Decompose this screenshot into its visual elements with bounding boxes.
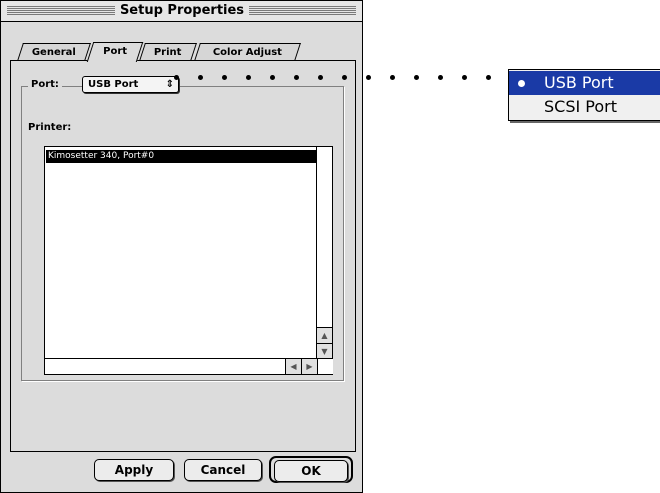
callout-dot	[438, 75, 443, 80]
callout-dot	[246, 75, 251, 80]
printer-list[interactable]: Kimosetter 340, Port#0 ▲ ▼ ◀ ▶	[44, 146, 333, 375]
callout-dot	[222, 75, 227, 80]
callout-dot	[294, 75, 299, 80]
port-label: Port:	[28, 78, 62, 92]
tab-print[interactable]: Print	[139, 43, 197, 61]
menu-item-usb-label: USB Port	[544, 73, 614, 92]
tab-color-adjust[interactable]: Color Adjust	[194, 43, 301, 61]
callout-dot	[342, 75, 347, 80]
port-popup-menu[interactable]: USB Port ⇕	[82, 76, 179, 93]
callout-dot	[270, 75, 275, 80]
list-item[interactable]: Kimosetter 340, Port#0	[46, 150, 318, 163]
tab-color-adjust-label: Color Adjust	[212, 47, 282, 58]
cancel-button[interactable]: Cancel	[184, 459, 262, 481]
callout-dot	[366, 75, 371, 80]
callout-dotted-line	[174, 75, 500, 83]
tab-port[interactable]: Port	[86, 42, 144, 62]
window-title: Setup Properties	[115, 2, 249, 20]
updown-arrows-icon: ⇕	[165, 79, 174, 90]
vertical-scrollbar[interactable]: ▲ ▼	[316, 147, 332, 359]
title-stripes-left	[7, 6, 115, 16]
callout-dot	[390, 75, 395, 80]
tab-general[interactable]: General	[17, 43, 91, 61]
title-stripes-right	[249, 6, 356, 16]
printer-label: Printer:	[28, 122, 72, 133]
title-bar[interactable]: Setup Properties	[1, 1, 362, 22]
callout-dot	[174, 75, 179, 80]
selected-bullet-icon	[518, 80, 525, 87]
ok-button[interactable]: OK	[274, 460, 348, 482]
callout-dot	[318, 75, 323, 80]
tab-print-label: Print	[154, 47, 182, 58]
callout-dot	[462, 75, 467, 80]
callout-dot	[198, 75, 203, 80]
scroll-down-icon[interactable]: ▼	[317, 343, 332, 359]
horizontal-scrollbar[interactable]: ◀ ▶	[45, 358, 333, 374]
tab-port-label: Port	[103, 46, 128, 57]
scroll-right-icon[interactable]: ▶	[301, 359, 317, 374]
port-popup-value: USB Port	[88, 79, 139, 90]
scroll-up-icon[interactable]: ▲	[317, 327, 332, 343]
port-options-menu: USB Port SCSI Port	[508, 69, 660, 121]
tab-general-label: General	[31, 47, 76, 58]
tab-strip: General Port Print Color Adjust	[1, 35, 362, 62]
callout-dot	[414, 75, 419, 80]
callout-dot	[486, 75, 491, 80]
scroll-left-icon[interactable]: ◀	[285, 359, 301, 374]
menu-item-scsi-label: SCSI Port	[544, 97, 618, 116]
menu-item-scsi-port[interactable]: SCSI Port	[509, 95, 660, 119]
setup-properties-window: Setup Properties General Port Print Colo…	[0, 0, 363, 493]
apply-button[interactable]: Apply	[94, 459, 174, 481]
menu-item-usb-port[interactable]: USB Port	[509, 71, 660, 95]
scroll-corner	[317, 359, 333, 374]
